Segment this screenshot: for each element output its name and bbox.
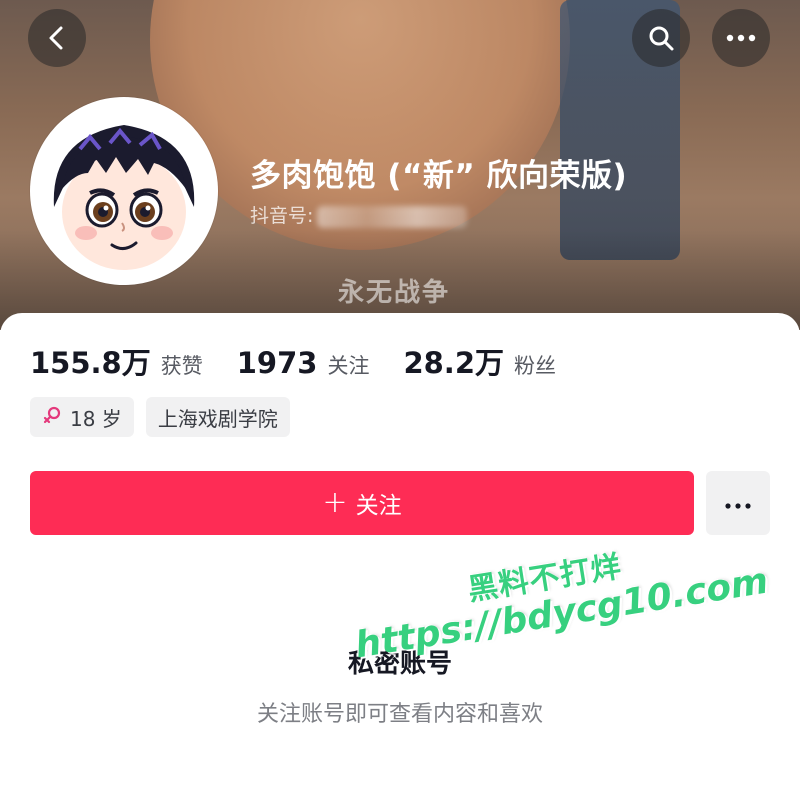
age-label: 18 岁: [70, 406, 122, 431]
age-tag: 18 岁: [30, 397, 134, 437]
stat-following[interactable]: 1973 关注: [237, 346, 370, 380]
stat-label: 关注: [327, 354, 370, 378]
douyin-id-blurred-value: [317, 205, 468, 228]
stat-value: 28.2万: [403, 346, 505, 380]
douyin-id: 抖音号:: [250, 201, 468, 228]
cover-banner-text: 永无战争: [338, 278, 451, 308]
douyin-id-label: 抖音号:: [250, 205, 314, 227]
school-label: 上海戏剧学院: [157, 406, 278, 431]
search-icon: [647, 24, 675, 52]
search-button[interactable]: [632, 9, 690, 67]
cartoon-avatar-illustration: [34, 101, 214, 281]
more-options-button[interactable]: [712, 9, 770, 67]
female-icon: [42, 405, 62, 430]
stat-value: 155.8万: [30, 346, 151, 380]
profile-tags: 18 岁 上海戏剧学院: [30, 397, 302, 437]
stat-followers[interactable]: 28.2万 粉丝: [403, 340, 556, 382]
back-button[interactable]: [28, 9, 86, 67]
profile-header: 多肉饱饱 (“新” 欣向荣版) 抖音号: 永无战争: [0, 0, 800, 330]
profile-stats: 155.8万 获赞 1973 关注 28.2万 粉丝: [30, 340, 590, 382]
plus-icon: +: [322, 485, 348, 520]
stat-likes[interactable]: 155.8万 获赞: [30, 340, 203, 382]
back-chevron-icon: [46, 25, 68, 51]
avatar[interactable]: [30, 97, 218, 285]
more-dots-icon: [726, 34, 756, 42]
profile-username: 多肉饱饱 (“新” 欣向荣版): [250, 158, 628, 194]
private-account-subtitle: 关注账号即可查看内容和喜欢: [256, 702, 543, 727]
more-dots-icon: [725, 494, 751, 513]
stat-label: 粉丝: [514, 354, 557, 378]
school-tag[interactable]: 上海戏剧学院: [145, 397, 290, 437]
stat-label: 获赞: [160, 354, 203, 378]
stat-value: 1973: [236, 346, 318, 380]
follow-button[interactable]: + 关注: [30, 471, 694, 535]
follow-label: 关注: [355, 493, 402, 519]
